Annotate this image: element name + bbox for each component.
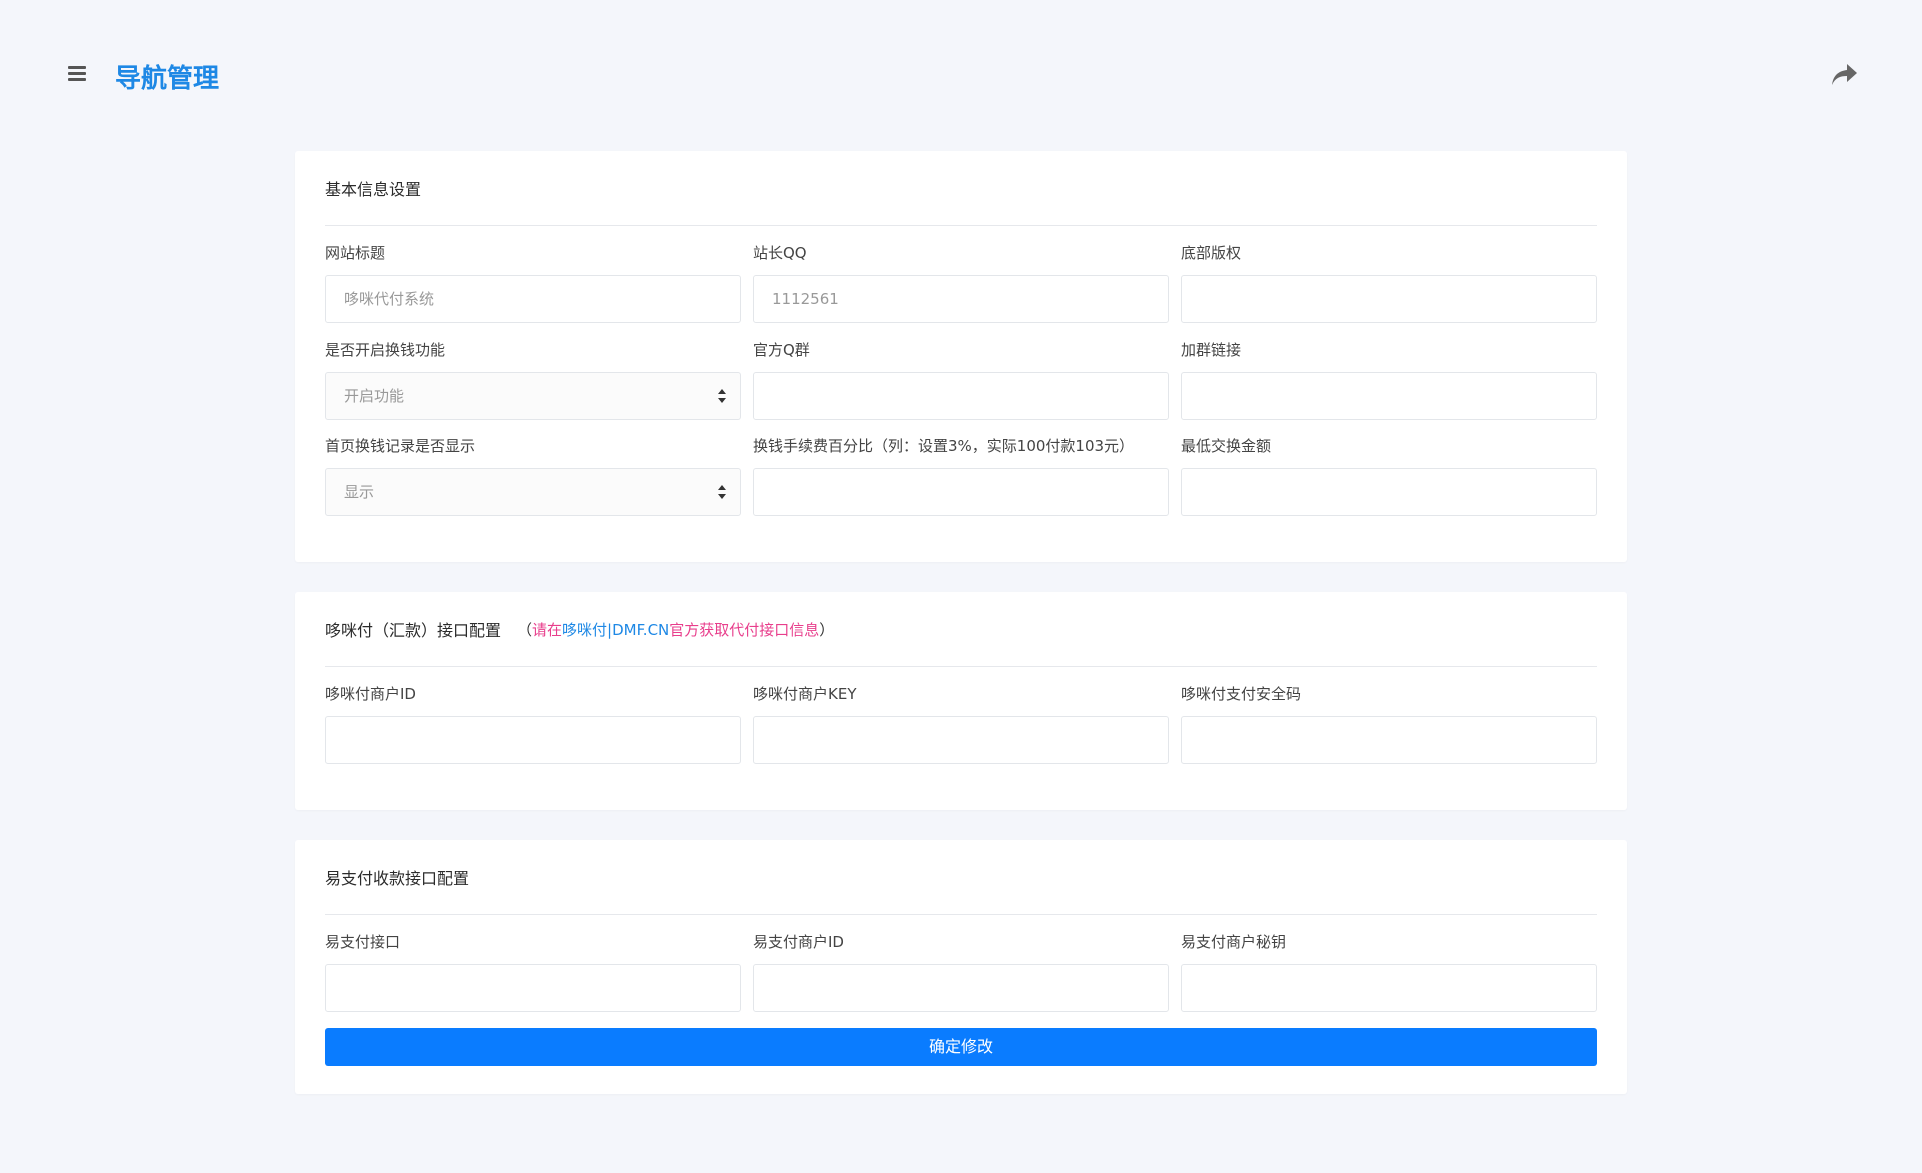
home-record-value: 显示 <box>344 483 375 501</box>
dmf-security-code-input[interactable] <box>1181 716 1597 764</box>
official-group-field: 官方Q群 <box>753 338 1169 420</box>
min-amount-input[interactable] <box>1181 468 1597 516</box>
fee-percent-field: 换钱手续费百分比（列：设置3%，实际100付款103元） <box>753 434 1169 516</box>
min-amount-label: 最低交换金额 <box>1181 437 1272 455</box>
epay-merchant-secret-input[interactable] <box>1181 964 1597 1012</box>
hint-close-paren: ） <box>819 620 835 639</box>
site-title-field: 网站标题 哆咪代付系统 <box>325 241 741 323</box>
group-link-input[interactable] <box>1181 372 1597 420</box>
webmaster-qq-field: 站长QQ 1112561 <box>753 241 1169 323</box>
dmf-merchant-id-field: 哆咪付商户ID <box>325 682 741 764</box>
exchange-enable-value: 开启功能 <box>344 387 405 405</box>
epay-api-label: 易支付接口 <box>325 933 401 951</box>
hint-suffix: 官方获取代付接口信息 <box>669 620 820 639</box>
dmf-security-code-label: 哆咪付支付安全码 <box>1181 685 1302 703</box>
dmf-merchant-key-field: 哆咪付商户KEY <box>753 682 1169 764</box>
dmf-merchant-id-input[interactable] <box>325 716 741 764</box>
webmaster-qq-input[interactable]: 1112561 <box>753 275 1169 323</box>
dmf-security-code-field: 哆咪付支付安全码 <box>1181 682 1597 764</box>
select-arrows-icon <box>718 485 726 499</box>
dmf-config-hint: （请在哆咪付|DMF.CN官方获取代付接口信息） <box>517 619 834 640</box>
basic-settings-card: 基本信息设置 网站标题 哆咪代付系统 站长QQ 1112561 底部版权 是否开… <box>295 151 1627 562</box>
footer-copyright-field: 底部版权 <box>1181 241 1597 323</box>
page-title: 导航管理 <box>115 64 220 94</box>
dmf-config-header: 哆咪付（汇款）接口配置 （请在哆咪付|DMF.CN官方获取代付接口信息） <box>325 592 1597 667</box>
footer-copyright-label: 底部版权 <box>1181 244 1242 262</box>
epay-api-input[interactable] <box>325 964 741 1012</box>
group-link-field: 加群链接 <box>1181 338 1597 420</box>
dmf-merchant-key-label: 哆咪付商户KEY <box>753 685 857 703</box>
dmf-config-title: 哆咪付（汇款）接口配置 <box>325 621 502 640</box>
dmf-official-link[interactable]: 哆咪付|DMF.CN <box>562 621 669 639</box>
epay-config-title: 易支付收款接口配置 <box>325 840 1597 915</box>
hint-prefix: 请在 <box>532 620 563 639</box>
footer-copyright-input[interactable] <box>1181 275 1597 323</box>
epay-merchant-secret-label: 易支付商户秘钥 <box>1181 933 1287 951</box>
site-title-input[interactable]: 哆咪代付系统 <box>325 275 741 323</box>
exchange-enable-select[interactable]: 开启功能 <box>325 372 741 420</box>
epay-merchant-secret-field: 易支付商户秘钥 <box>1181 930 1597 1012</box>
epay-merchant-id-input[interactable] <box>753 964 1169 1012</box>
exchange-enable-label: 是否开启换钱功能 <box>325 341 446 359</box>
dmf-merchant-key-input[interactable] <box>753 716 1169 764</box>
epay-config-card: 易支付收款接口配置 易支付接口 易支付商户ID 易支付商户秘钥 确定修改 <box>295 840 1627 1094</box>
dmf-config-card: 哆咪付（汇款）接口配置 （请在哆咪付|DMF.CN官方获取代付接口信息） 哆咪付… <box>295 592 1627 810</box>
submit-button[interactable]: 确定修改 <box>325 1028 1597 1066</box>
group-link-label: 加群链接 <box>1181 341 1242 359</box>
exchange-enable-field: 是否开启换钱功能 开启功能 <box>325 338 741 420</box>
fee-percent-label: 换钱手续费百分比（列：设置3%，实际100付款103元） <box>753 437 1135 455</box>
home-record-field: 首页换钱记录是否显示 显示 <box>325 434 741 516</box>
home-record-label: 首页换钱记录是否显示 <box>325 437 476 455</box>
official-group-label: 官方Q群 <box>753 341 810 359</box>
select-arrows-icon <box>718 389 726 403</box>
epay-merchant-id-label: 易支付商户ID <box>753 933 844 951</box>
webmaster-qq-label: 站长QQ <box>753 244 807 262</box>
fee-percent-input[interactable] <box>753 468 1169 516</box>
hint-open-paren: （ <box>517 620 533 639</box>
dmf-merchant-id-label: 哆咪付商户ID <box>325 685 416 703</box>
home-record-select[interactable]: 显示 <box>325 468 741 516</box>
official-group-input[interactable] <box>753 372 1169 420</box>
epay-merchant-id-field: 易支付商户ID <box>753 930 1169 1012</box>
top-bar: 导航管理 <box>0 0 1922 150</box>
epay-api-field: 易支付接口 <box>325 930 741 1012</box>
min-amount-field: 最低交换金额 <box>1181 434 1597 516</box>
site-title-label: 网站标题 <box>325 244 386 262</box>
basic-settings-title: 基本信息设置 <box>325 151 1597 226</box>
share-arrow-icon[interactable] <box>1830 62 1858 88</box>
hamburger-icon[interactable] <box>68 66 86 82</box>
